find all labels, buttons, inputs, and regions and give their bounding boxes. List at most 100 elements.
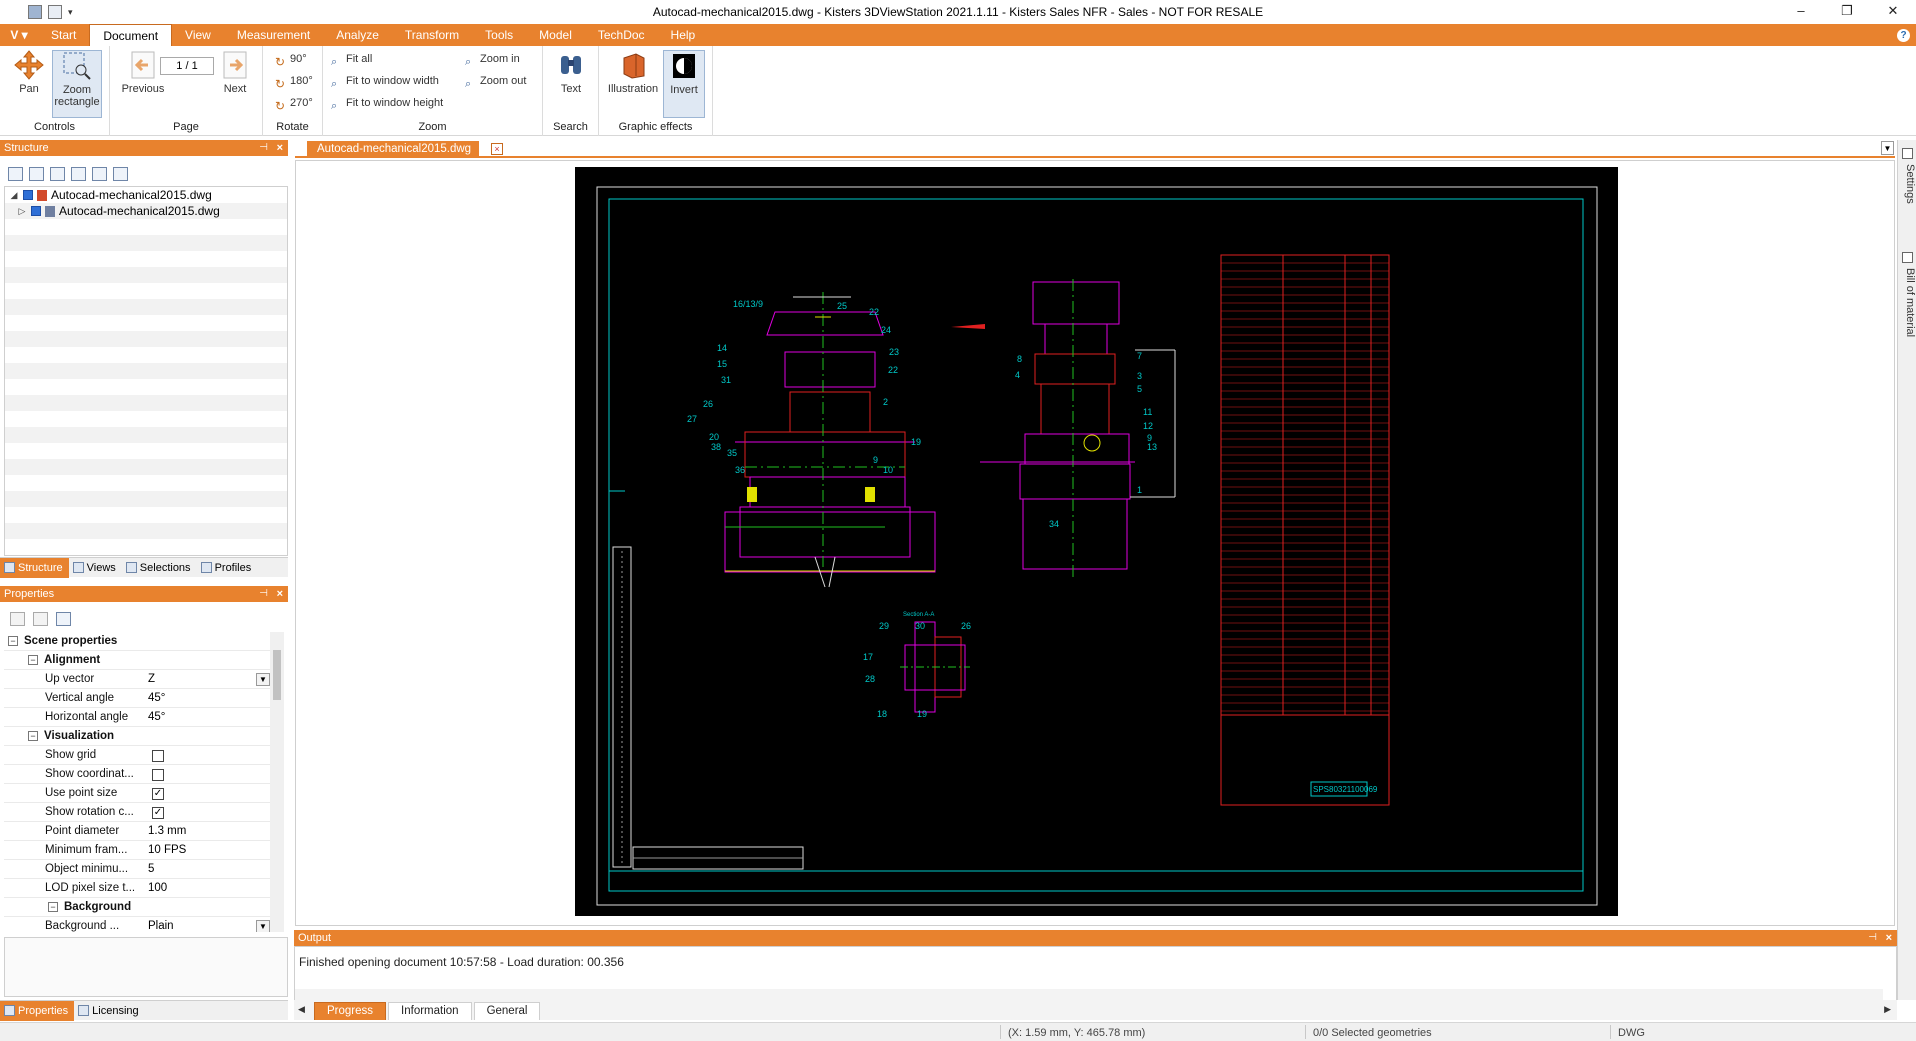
tab-information[interactable]: Information: [388, 1002, 472, 1020]
property-show-rotation[interactable]: Show rotation c... ✓: [4, 803, 272, 822]
collapse-icon[interactable]: [71, 167, 86, 181]
collapse-icon[interactable]: −: [28, 731, 38, 741]
tab-techdoc[interactable]: TechDoc: [585, 24, 658, 46]
rotate-180-button[interactable]: ↻ 180°: [275, 72, 313, 91]
show-coordinates-checkbox[interactable]: [152, 769, 164, 781]
cad-drawing[interactable]: 16/13/9 25 22 24 14 23 15 22 31 26 2 27 …: [575, 167, 1618, 916]
collapse-icon[interactable]: −: [48, 902, 58, 912]
document-tab[interactable]: Autocad-mechanical2015.dwg: [307, 141, 480, 158]
tree-options-icon[interactable]: [113, 167, 128, 181]
property-value[interactable]: Plain: [148, 917, 174, 932]
close-tab-icon[interactable]: ×: [491, 143, 503, 155]
tab-selections[interactable]: Selections: [122, 558, 197, 578]
tab-views[interactable]: Views: [69, 558, 122, 578]
tab-model[interactable]: Model: [526, 24, 585, 46]
visibility-checkbox[interactable]: [31, 206, 41, 216]
property-horizontal-angle[interactable]: Horizontal angle 45°: [4, 708, 272, 727]
close-icon[interactable]: ×: [277, 586, 283, 602]
property-use-point-size[interactable]: Use point size ✓: [4, 784, 272, 803]
alphabetical-icon[interactable]: [33, 612, 48, 626]
filter-icon[interactable]: [56, 612, 71, 626]
scrollbar-thumb[interactable]: [273, 650, 281, 700]
tab-document[interactable]: Document: [89, 24, 173, 46]
zoom-rectangle-button[interactable]: Zoom rectangle: [52, 50, 102, 118]
tab-properties[interactable]: Properties: [0, 1000, 75, 1021]
collapse-icon[interactable]: −: [28, 655, 38, 665]
rotate-270-button[interactable]: ↻ 270°: [275, 94, 313, 113]
property-value[interactable]: 10 FPS: [148, 841, 186, 860]
category-background[interactable]: − Background: [4, 898, 272, 917]
chevron-down-icon[interactable]: ▼: [256, 673, 270, 686]
use-point-size-checkbox[interactable]: ✓: [152, 788, 164, 800]
viewport[interactable]: ⇖: [295, 160, 1895, 926]
tab-general[interactable]: General: [473, 1002, 541, 1020]
tab-progress[interactable]: Progress: [314, 1002, 387, 1020]
expand-level-icon[interactable]: [92, 167, 107, 181]
property-value[interactable]: 1.3 mm: [148, 822, 186, 841]
property-value[interactable]: 45°: [148, 689, 165, 708]
property-point-diameter[interactable]: Point diameter 1.3 mm: [4, 822, 272, 841]
category-alignment[interactable]: − Alignment: [4, 651, 272, 670]
property-lod-pixel[interactable]: LOD pixel size t... 100: [4, 879, 272, 898]
tab-measurement[interactable]: Measurement: [224, 24, 323, 46]
rotate-90-button[interactable]: ↻ 90°: [275, 50, 307, 69]
invert-button[interactable]: Invert: [663, 50, 705, 118]
tab-profiles[interactable]: Profiles: [197, 558, 258, 578]
pin-icon[interactable]: ⊣: [1868, 930, 1877, 946]
visibility-checkbox[interactable]: [23, 190, 33, 200]
maximize-button[interactable]: ❐: [1824, 0, 1870, 24]
tab-bill-of-material[interactable]: Bill of material: [1899, 250, 1916, 360]
pin-icon[interactable]: ⊣: [259, 586, 268, 602]
close-icon[interactable]: ×: [277, 140, 283, 156]
property-value[interactable]: 5: [148, 860, 154, 879]
tab-transform[interactable]: Transform: [392, 24, 472, 46]
fit-height-button[interactable]: ⌕ Fit to window height: [331, 94, 443, 112]
page-number-field[interactable]: 1 / 1: [160, 57, 214, 75]
properties-scrollbar[interactable]: [270, 632, 284, 932]
property-show-grid[interactable]: Show grid: [4, 746, 272, 765]
chevron-down-icon[interactable]: ▼: [256, 920, 270, 932]
show-grid-checkbox[interactable]: [152, 750, 164, 762]
minimize-button[interactable]: –: [1778, 0, 1824, 24]
zoom-out-button[interactable]: ⌕ Zoom out: [465, 72, 526, 90]
property-min-framerate[interactable]: Minimum fram... 10 FPS: [4, 841, 272, 860]
tab-tools[interactable]: Tools: [472, 24, 526, 46]
close-button[interactable]: ✕: [1870, 0, 1916, 24]
categorized-icon[interactable]: [10, 612, 25, 626]
expand-all-icon[interactable]: [8, 167, 23, 181]
property-background-type[interactable]: Background ... Plain ▼: [4, 917, 272, 932]
tab-analyze[interactable]: Analyze: [323, 24, 392, 46]
scroll-right-icon[interactable]: ▶: [1884, 1004, 1891, 1015]
help-icon[interactable]: ?: [1897, 29, 1910, 42]
show-rotation-checkbox[interactable]: ✓: [152, 807, 164, 819]
zoom-in-button[interactable]: ⌕ Zoom in: [465, 50, 520, 68]
property-object-minimum[interactable]: Object minimu... 5: [4, 860, 272, 879]
tab-structure[interactable]: Structure: [0, 557, 69, 578]
category-scene-properties[interactable]: − Scene properties: [4, 632, 272, 651]
tab-licensing[interactable]: Licensing: [74, 1001, 144, 1021]
collapse-all-icon[interactable]: [29, 167, 44, 181]
chevron-down-icon[interactable]: ◢: [9, 187, 19, 203]
tree-node-root[interactable]: ◢ Autocad-mechanical2015.dwg: [9, 187, 212, 203]
chevron-down-icon[interactable]: ▼: [1881, 141, 1894, 155]
property-up-vector[interactable]: Up vector Z ▼: [4, 670, 272, 689]
category-visualization[interactable]: − Visualization: [4, 727, 272, 746]
pin-icon[interactable]: ⊣: [259, 140, 268, 156]
pan-button[interactable]: Pan: [6, 50, 52, 112]
collapse-icon[interactable]: −: [8, 636, 18, 646]
scroll-left-icon[interactable]: ◀: [298, 1004, 305, 1015]
tab-view[interactable]: View: [172, 24, 224, 46]
expand-icon[interactable]: [50, 167, 65, 181]
property-vertical-angle[interactable]: Vertical angle 45°: [4, 689, 272, 708]
tree-node-child[interactable]: ▷ Autocad-mechanical2015.dwg: [17, 203, 220, 219]
tab-help[interactable]: Help: [658, 24, 709, 46]
close-icon[interactable]: ×: [1886, 930, 1892, 946]
chevron-right-icon[interactable]: ▷: [17, 203, 27, 219]
property-value[interactable]: 100: [148, 879, 167, 898]
property-value[interactable]: 45°: [148, 708, 165, 727]
tab-start[interactable]: Start: [38, 24, 89, 46]
fit-all-button[interactable]: ⌕ Fit all: [331, 50, 372, 68]
app-menu-button[interactable]: V ▾: [0, 24, 38, 46]
next-button[interactable]: Next: [212, 50, 258, 112]
property-value[interactable]: Z: [148, 670, 155, 689]
